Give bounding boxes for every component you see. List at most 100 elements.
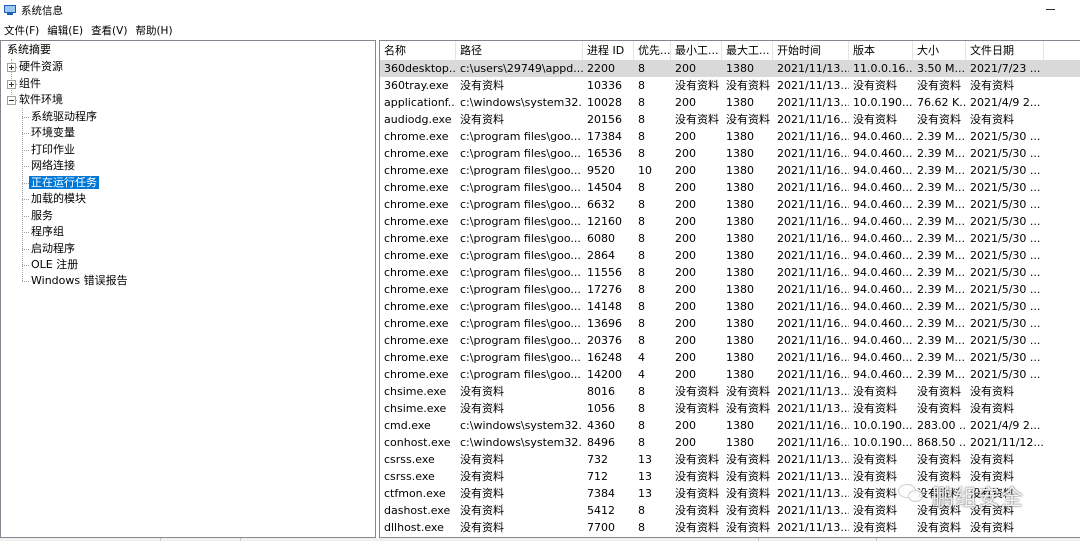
- cell-priority: 13: [638, 487, 652, 500]
- column-header-priority[interactable]: 优先...: [634, 41, 671, 60]
- menu-help[interactable]: 帮助(H): [131, 23, 176, 38]
- cell-start-time: 2021/11/16...: [777, 351, 849, 364]
- tree-label: 软件环境: [19, 93, 63, 106]
- table-row[interactable]: chsime.exe 没有资料 8016 8 没有资料 没有资料 2021/11/13...…: [380, 383, 1080, 400]
- table-row[interactable]: chrome.exe c:\program files\goo... 9520 10 2…: [380, 162, 1080, 179]
- cell-version: 没有资料: [853, 470, 897, 483]
- tree-item-ole-registration[interactable]: OLE 注册: [29, 257, 80, 273]
- cell-size: 283.00 ...: [917, 419, 966, 432]
- cell-start-time: 2021/11/16...: [777, 198, 849, 211]
- cell-min-working-set: 没有资料: [675, 470, 719, 483]
- table-row[interactable]: dllhost.exe 没有资料 7700 8 没有资料 没有资料 2021/11/13..…: [380, 519, 1080, 536]
- tree-item-system-summary[interactable]: 系统摘要: [5, 42, 53, 58]
- tree-item-windows-error-reporting[interactable]: Windows 错误报告: [29, 273, 130, 289]
- category-tree[interactable]: 系统摘要 硬件资源 组件 软件环境 系统驱动程序 环境变量 打印作业 网络连接 …: [0, 40, 376, 538]
- column-header-file-date[interactable]: 文件日期: [966, 41, 1044, 60]
- column-header-name[interactable]: 名称: [380, 41, 456, 60]
- cell-start-time: 2021/11/13...: [777, 487, 849, 500]
- table-row[interactable]: chsime.exe 没有资料 1056 8 没有资料 没有资料 2021/11/13...…: [380, 400, 1080, 417]
- table-row[interactable]: chrome.exe c:\program files\goo... 14148 8 2…: [380, 298, 1080, 315]
- tree-item-components[interactable]: 组件: [17, 76, 43, 92]
- table-row[interactable]: audiodg.exe 没有资料 20156 8 没有资料 没有资料 2021/11/16.…: [380, 111, 1080, 128]
- cell-max-working-set: 没有资料: [726, 521, 770, 534]
- tree-item-system-drivers[interactable]: 系统驱动程序: [29, 109, 99, 125]
- cell-start-time: 2021/11/13...: [777, 79, 849, 92]
- cell-min-working-set: 200: [675, 215, 696, 228]
- cell-size: 2.39 M...: [917, 215, 965, 228]
- column-header-pid[interactable]: 进程 ID: [583, 41, 634, 60]
- table-row[interactable]: 360desktop... c:\users\29749\appd... 2200 8…: [380, 60, 1080, 77]
- cell-pid: 17384: [587, 130, 622, 143]
- table-row[interactable]: applicationf... c:\windows\system32... 100…: [380, 94, 1080, 111]
- table-row[interactable]: chrome.exe c:\program files\goo... 6080 8 20…: [380, 230, 1080, 247]
- menu-view[interactable]: 查看(V): [87, 23, 131, 38]
- table-row[interactable]: ctfmon.exe 没有资料 7384 13 没有资料 没有资料 2021/11/13..…: [380, 485, 1080, 502]
- tree-label: OLE 注册: [31, 258, 79, 271]
- minimize-button[interactable]: [1044, 2, 1058, 16]
- table-row[interactable]: chrome.exe c:\program files\goo... 6632 8 20…: [380, 196, 1080, 213]
- cell-max-working-set: 1380: [726, 436, 754, 449]
- cell-start-time: 2021/11/13...: [777, 385, 849, 398]
- table-row[interactable]: chrome.exe c:\program files\goo... 14200 4 2…: [380, 366, 1080, 383]
- cell-max-working-set: 1380: [726, 300, 754, 313]
- cell-start-time: 2021/11/13...: [777, 96, 849, 109]
- menu-edit[interactable]: 编辑(E): [43, 23, 87, 38]
- table-row[interactable]: 360tray.exe 没有资料 10336 8 没有资料 没有资料 2021/11/13.…: [380, 77, 1080, 94]
- cell-size: 没有资料: [917, 504, 961, 517]
- tree-item-services[interactable]: 服务: [29, 208, 55, 224]
- expand-icon[interactable]: [7, 80, 16, 89]
- column-header-max-working-set[interactable]: 最大工...: [722, 41, 773, 60]
- table-row[interactable]: csrss.exe 没有资料 712 13 没有资料 没有资料 2021/11/13... 没…: [380, 468, 1080, 485]
- expand-icon[interactable]: [7, 63, 16, 72]
- table-row[interactable]: chrome.exe c:\program files\goo... 20376 8 2…: [380, 332, 1080, 349]
- table-row[interactable]: chrome.exe c:\program files\goo... 16248 4 2…: [380, 349, 1080, 366]
- column-header-min-working-set[interactable]: 最小工...: [671, 41, 722, 60]
- column-header-version[interactable]: 版本: [849, 41, 913, 60]
- cell-name: chrome.exe: [384, 334, 449, 347]
- tree-item-startup-programs[interactable]: 启动程序: [29, 241, 77, 257]
- table-row[interactable]: chrome.exe c:\program files\goo... 2864 8 20…: [380, 247, 1080, 264]
- cell-version: 没有资料: [853, 385, 897, 398]
- tree-item-print-jobs[interactable]: 打印作业: [29, 142, 77, 158]
- task-list[interactable]: 名称 路径 进程 ID 优先... 最小工... 最大工... 开始时间 版本 …: [379, 40, 1080, 538]
- cell-file-date: 2021/5/30 ...: [970, 147, 1041, 160]
- cell-version: 94.0.460...: [853, 283, 913, 296]
- table-row[interactable]: conhost.exe c:\windows\system32... 8496 8 20…: [380, 434, 1080, 451]
- collapse-icon[interactable]: [7, 96, 16, 105]
- cell-file-date: 2021/5/30 ...: [970, 164, 1041, 177]
- cell-max-working-set: 1380: [726, 62, 754, 75]
- table-row[interactable]: cmd.exe c:\windows\system32... 4360 8 200 138…: [380, 417, 1080, 434]
- cell-max-working-set: 没有资料: [726, 453, 770, 466]
- tree-item-program-groups[interactable]: 程序组: [29, 224, 66, 240]
- cell-pid: 17276: [587, 283, 622, 296]
- cell-pid: 2864: [587, 249, 615, 262]
- table-row[interactable]: chrome.exe c:\program files\goo... 12160 8 2…: [380, 213, 1080, 230]
- tree-item-env-vars[interactable]: 环境变量: [29, 125, 77, 141]
- menu-file[interactable]: 文件(F): [0, 23, 43, 38]
- cell-pid: 6632: [587, 198, 615, 211]
- cell-size: 2.39 M...: [917, 181, 965, 194]
- table-row[interactable]: chrome.exe c:\program files\goo... 13696 8 2…: [380, 315, 1080, 332]
- column-header-start-time[interactable]: 开始时间: [773, 41, 849, 60]
- cell-path: c:\program files\goo...: [460, 317, 581, 330]
- table-row[interactable]: chrome.exe c:\program files\goo... 14504 8 2…: [380, 179, 1080, 196]
- column-header-path[interactable]: 路径: [456, 41, 583, 60]
- cell-min-working-set: 没有资料: [675, 402, 719, 415]
- cell-path: 没有资料: [460, 79, 504, 92]
- cell-min-working-set: 200: [675, 147, 696, 160]
- column-header-size[interactable]: 大小: [913, 41, 966, 60]
- table-row[interactable]: chrome.exe c:\program files\goo... 11556 8 2…: [380, 264, 1080, 281]
- table-row[interactable]: csrss.exe 没有资料 732 13 没有资料 没有资料 2021/11/13... 没…: [380, 451, 1080, 468]
- tree-item-network-connections[interactable]: 网络连接: [29, 158, 77, 174]
- tree-item-running-tasks[interactable]: 正在运行任务: [29, 175, 99, 191]
- table-row[interactable]: chrome.exe c:\program files\goo... 16536 8 2…: [380, 145, 1080, 162]
- tree-item-hardware[interactable]: 硬件资源: [17, 59, 65, 75]
- cell-file-date: 没有资料: [970, 113, 1014, 126]
- table-row[interactable]: chrome.exe c:\program files\goo... 17384 8 2…: [380, 128, 1080, 145]
- table-row[interactable]: dashost.exe 没有资料 5412 8 没有资料 没有资料 2021/11/13..…: [380, 502, 1080, 519]
- table-row[interactable]: chrome.exe c:\program files\goo... 17276 8 2…: [380, 281, 1080, 298]
- cell-priority: 8: [638, 300, 645, 313]
- tree-item-loaded-modules[interactable]: 加载的模块: [29, 191, 88, 207]
- tree-item-software-env[interactable]: 软件环境: [17, 92, 65, 108]
- cell-start-time: 2021/11/13...: [777, 504, 849, 517]
